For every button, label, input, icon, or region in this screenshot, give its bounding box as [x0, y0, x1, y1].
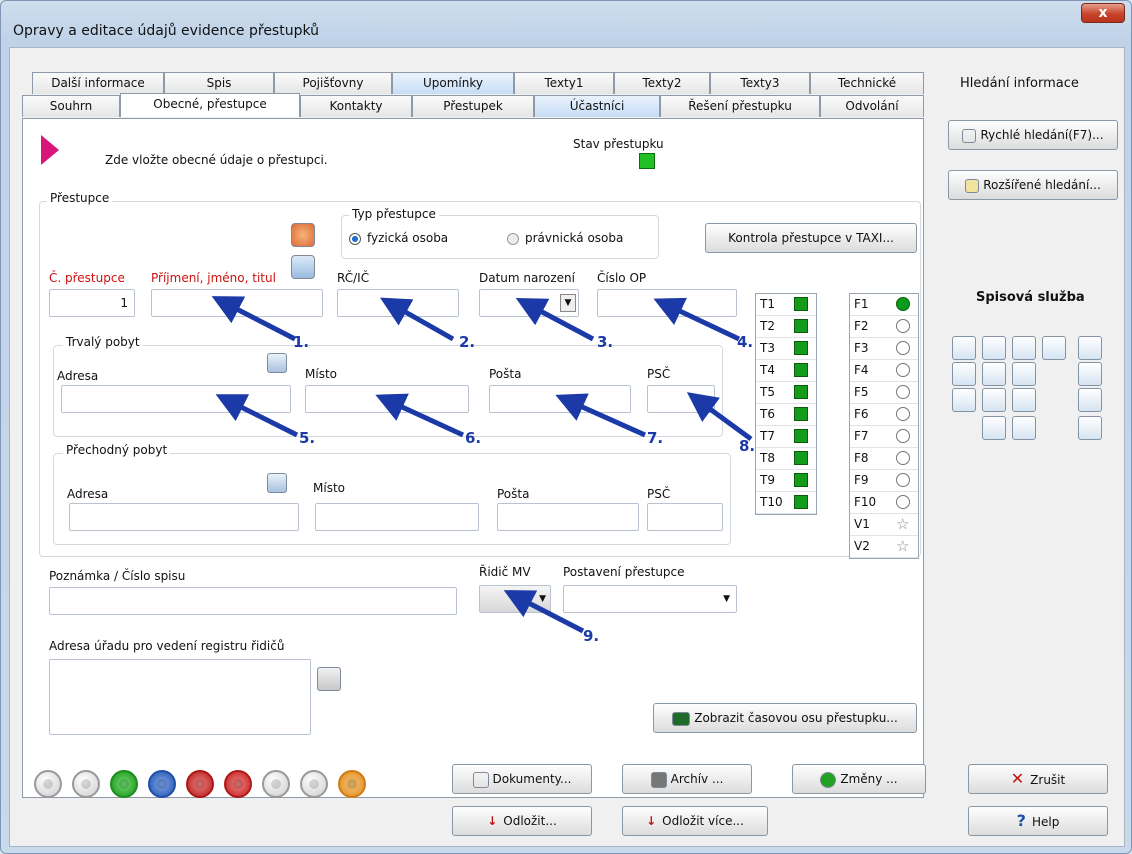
advanced-search-button[interactable]: Rozšířené hledání... — [948, 170, 1118, 200]
spis-home-icon[interactable] — [1042, 336, 1066, 360]
tab-texty1[interactable]: Texty1 — [514, 72, 614, 94]
delete-record-icon[interactable] — [186, 770, 214, 798]
main-panel: Zde vložte obecné údaje o přestupci. Sta… — [22, 118, 924, 798]
down-arrow-icon-2: ↓ — [646, 814, 657, 828]
odlozit-vice-button[interactable]: ↓ Odložit více... — [622, 806, 768, 836]
close-button[interactable]: x — [1081, 3, 1125, 23]
arrow-label-4: 4. — [737, 333, 754, 351]
tab-spis[interactable]: Spis — [164, 72, 274, 94]
spis-icon-grid — [952, 336, 1118, 456]
spis-user-icon[interactable] — [952, 388, 976, 412]
tab-upominky[interactable]: Upomínky — [392, 72, 514, 94]
spis-list-icon[interactable] — [1078, 388, 1102, 412]
arrow-5 — [215, 394, 299, 438]
refresh-record-icon[interactable] — [338, 770, 366, 798]
spis-save-icon[interactable] — [1012, 416, 1036, 440]
zrusit-label: Zrušit — [1030, 773, 1066, 787]
navigation-buttons — [34, 770, 454, 806]
quick-search-button[interactable]: Rychlé hledání(F7)... — [948, 120, 1118, 150]
tab-pojistovny[interactable]: Pojišťovny — [274, 72, 392, 94]
window-title: Opravy a editace údajů evidence přestupk… — [13, 23, 320, 39]
arrow-4 — [653, 297, 741, 342]
tab-obecne-prestupce[interactable]: Obecné, přestupce — [120, 93, 300, 117]
spis-copy-icon[interactable] — [1012, 336, 1036, 360]
confirm-record-icon[interactable] — [262, 770, 290, 798]
tab-row-bottom: Souhrn Obecné, přestupce Kontakty Přestu… — [22, 93, 924, 117]
tab-ucastnici[interactable]: Účastníci — [534, 95, 660, 117]
tab-prestupek[interactable]: Přestupek — [412, 95, 534, 117]
arrow-label-5: 5. — [299, 429, 316, 447]
arrow-label-1: 1. — [293, 333, 310, 351]
x-icon: ✕ — [1010, 769, 1025, 788]
help-button[interactable]: ? Help — [968, 806, 1108, 836]
spis-refresh-icon[interactable] — [982, 388, 1006, 412]
advanced-search-label: Rozšířené hledání... — [983, 178, 1101, 192]
help-label: Help — [1031, 815, 1060, 829]
last-record-icon[interactable] — [148, 770, 176, 798]
dokumenty-label: Dokumenty... — [492, 772, 572, 786]
filter-icon — [965, 178, 980, 193]
tab-texty2[interactable]: Texty2 — [614, 72, 710, 94]
annotation-arrows — [211, 296, 753, 634]
spisova-sluzba-title: Spisová služba — [976, 290, 1085, 305]
arrow-label-3: 3. — [597, 333, 614, 351]
arrow-label-7: 7. — [647, 429, 664, 447]
spis-check-icon[interactable] — [1012, 362, 1036, 386]
spis-note-icon[interactable] — [1078, 416, 1102, 440]
tab-odvolani[interactable]: Odvolání — [820, 95, 924, 117]
clock-icon — [962, 128, 977, 143]
odlozit-button[interactable]: ↓ Odložit... — [452, 806, 592, 836]
spis-document-icon[interactable] — [982, 336, 1006, 360]
spis-edit-icon[interactable] — [1012, 388, 1036, 412]
tab-reseni-prestupku[interactable]: Řešení přestupku — [660, 95, 820, 117]
tab-texty3[interactable]: Texty3 — [710, 72, 810, 94]
arrow-6 — [375, 393, 465, 438]
up-record-icon[interactable] — [224, 770, 252, 798]
next-record-icon[interactable] — [110, 770, 138, 798]
dokumenty-icon — [472, 771, 489, 788]
odlozit-vice-label: Odložit více... — [662, 814, 744, 828]
client-area: Další informace Spis Pojišťovny Upomínky… — [9, 47, 1125, 847]
spis-download-icon[interactable] — [1078, 362, 1102, 386]
dokumenty-button[interactable]: Dokumenty... — [452, 764, 592, 794]
right-sidebar: Hledání informace Rychlé hledání(F7)... … — [940, 68, 1120, 828]
archiv-button[interactable]: Archív ... — [622, 764, 752, 794]
arrow-2 — [379, 297, 455, 342]
cancel-record-icon[interactable] — [300, 770, 328, 798]
arrow-label-2: 2. — [459, 333, 476, 351]
arrow-label-9: 9. — [583, 627, 600, 645]
down-arrow-icon: ↓ — [487, 814, 498, 828]
spis-import-icon[interactable] — [952, 336, 976, 360]
hledani-title: Hledání informace — [960, 76, 1079, 91]
zrusit-button[interactable]: ✕ Zrušit — [968, 764, 1108, 794]
odlozit-label: Odložit... — [503, 814, 557, 828]
tab-row-top: Další informace Spis Pojišťovny Upomínky… — [32, 72, 932, 94]
arrow-label-8: 8. — [739, 437, 756, 455]
quick-search-label: Rychlé hledání(F7)... — [980, 128, 1104, 142]
archiv-icon — [650, 771, 667, 788]
plus-icon — [820, 771, 837, 788]
arrow-8 — [686, 392, 753, 442]
first-record-icon[interactable] — [34, 770, 62, 798]
help-icon: ? — [1016, 811, 1026, 830]
zmeny-button[interactable]: Změny ... — [792, 764, 926, 794]
application-window: Opravy a editace údajů evidence přestupk… — [0, 0, 1132, 854]
tab-souhrn[interactable]: Souhrn — [22, 95, 120, 117]
tab-technicke[interactable]: Technické — [810, 72, 924, 94]
spis-forward-icon[interactable] — [982, 362, 1006, 386]
zmeny-label: Změny ... — [840, 772, 898, 786]
previous-record-icon[interactable] — [72, 770, 100, 798]
arrow-3 — [515, 297, 595, 342]
arrow-7 — [555, 393, 647, 438]
tab-kontakty[interactable]: Kontakty — [300, 95, 412, 117]
archiv-label: Archív ... — [670, 772, 724, 786]
tab-dalsi-informace[interactable]: Další informace — [32, 72, 164, 94]
arrow-1 — [211, 296, 297, 342]
spis-pencil-icon[interactable] — [982, 416, 1006, 440]
arrow-label-6: 6. — [465, 429, 482, 447]
spis-folder-icon[interactable] — [952, 362, 976, 386]
title-bar[interactable]: Opravy a editace údajů evidence přestupk… — [1, 1, 1131, 47]
arrow-9 — [503, 590, 585, 634]
spis-export-icon[interactable] — [1078, 336, 1102, 360]
